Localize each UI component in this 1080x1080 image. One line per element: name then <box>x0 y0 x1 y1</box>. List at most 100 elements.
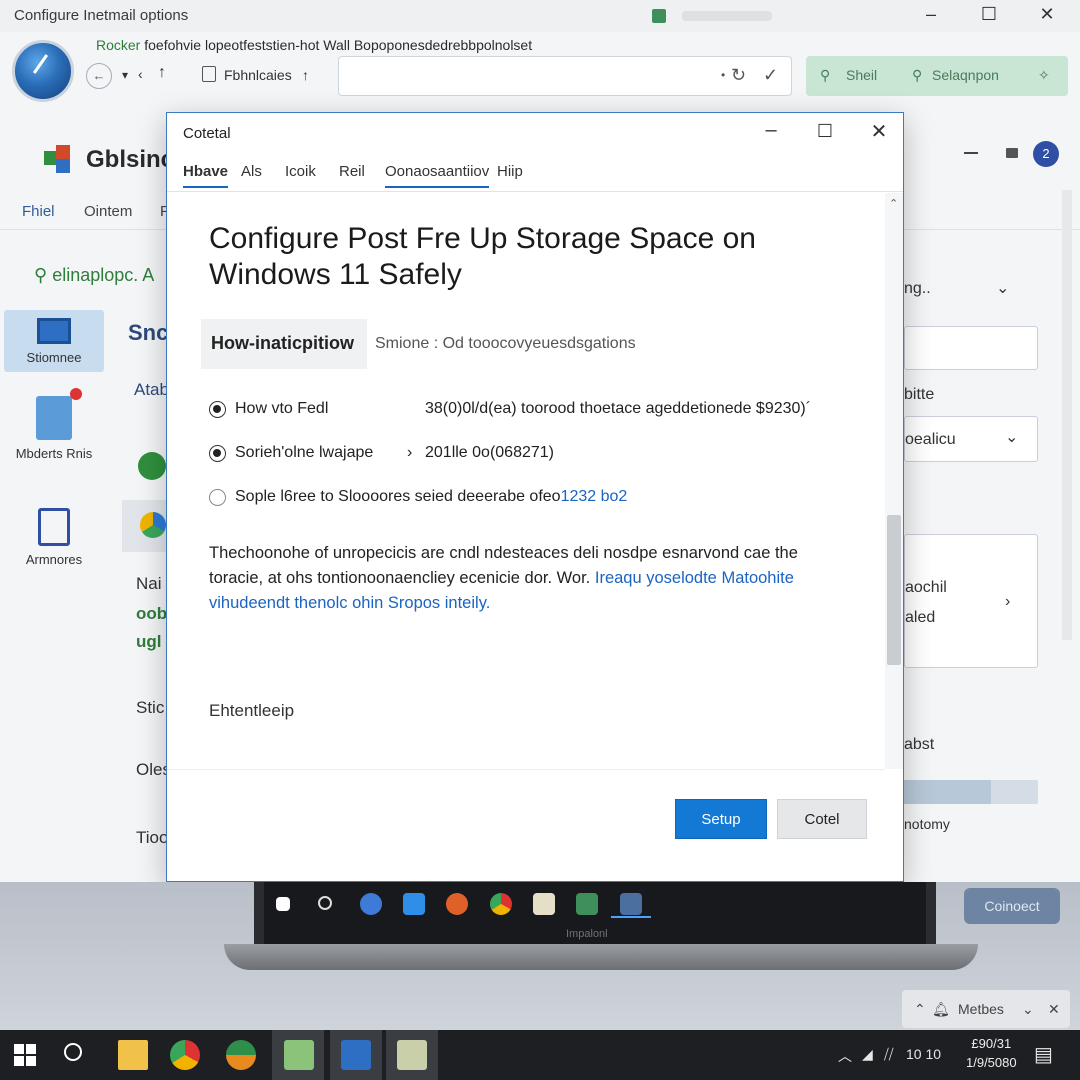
mid-app-card[interactable] <box>122 500 168 552</box>
dropdown-caret-icon[interactable]: ▾ <box>122 68 128 82</box>
rail-item-3[interactable]: Armnores <box>4 508 104 567</box>
minimize-icon[interactable]: – <box>916 4 946 25</box>
network-icon[interactable]: ◢ <box>862 1046 873 1063</box>
app-restore-icon[interactable] <box>1006 148 1018 158</box>
search-toolbar[interactable]: ⚲ Sheil ⚲ Selaqnpon ✧ <box>806 56 1068 96</box>
app-icon-3[interactable] <box>397 1040 427 1070</box>
setup-button[interactable]: Setup <box>675 799 767 839</box>
dialog-heading: Configure Post Fre Up Storage Space on W… <box>209 222 756 291</box>
up-icon[interactable]: ↑ <box>158 64 166 82</box>
option-2-radio[interactable] <box>209 445 226 462</box>
search-label-2[interactable]: Selaqnpon <box>932 67 999 83</box>
checkmark-icon[interactable]: ✓ <box>763 65 778 86</box>
right-panel[interactable]: aochil aled › <box>904 534 1038 668</box>
laptop-chrome-icon <box>490 893 512 915</box>
tab-up-arrow-icon[interactable]: ↑ <box>302 67 309 83</box>
volume-icon[interactable]: ⧸⧸ <box>884 1046 894 1063</box>
tab-1[interactable]: Hbave <box>183 163 229 188</box>
mid-label-2: Nai <box>136 574 162 593</box>
browser-globe-icon <box>12 40 74 102</box>
avatar[interactable]: 2 <box>1033 141 1059 167</box>
tabs-divider <box>167 191 903 192</box>
right-input-field[interactable] <box>904 326 1038 370</box>
tab-page-icon <box>202 66 216 82</box>
tab-label[interactable]: Fbhnlcaies <box>224 67 292 83</box>
background-search-text[interactable]: ⚲ elinaplopc. A <box>34 265 154 286</box>
chrome-icon[interactable] <box>170 1040 200 1070</box>
progress-fill <box>904 780 992 804</box>
dialog-footnote: Ehtentleeip <box>209 701 295 720</box>
mid-label-1: Atab <box>134 380 169 399</box>
taskbar-clock[interactable]: £90/31 1/9/5080 <box>966 1034 1017 1072</box>
configure-dialog: Cotetal – ☐ ✕ Hbave Als Icoik Reil Oonao… <box>166 112 904 882</box>
dialog-minimize-icon[interactable]: – <box>753 119 789 142</box>
scrollbar-thumb[interactable] <box>887 515 901 665</box>
app-minimize-icon[interactable] <box>964 152 978 154</box>
notification-close-icon[interactable]: ✕ <box>1048 1001 1060 1018</box>
laptop-app-icon-6 <box>576 893 598 915</box>
dialog-close-icon[interactable]: ✕ <box>861 119 897 144</box>
option-2-label: Sorieh'olne lwajape <box>235 444 374 461</box>
search-icon[interactable] <box>64 1043 82 1061</box>
right-label-3: abst <box>904 736 935 753</box>
file-share-icon <box>36 388 82 440</box>
connect-button[interactable]: Coinoect <box>964 888 1060 924</box>
address-bar[interactable]: • ↻ ✓ <box>338 56 792 96</box>
notification-center-icon[interactable]: ▤ <box>1034 1042 1053 1067</box>
status-green-icon <box>138 452 166 480</box>
refresh-icon[interactable]: ↻ <box>731 65 746 86</box>
tray-chevron-up-icon[interactable]: ︿ <box>838 1046 852 1066</box>
select-chevron-down-icon: ⌄ <box>1005 429 1019 446</box>
option-row-2[interactable]: Sorieh'olne lwajape › 201lle 0o(068271) <box>209 443 829 465</box>
colorful-app-icon <box>140 512 166 538</box>
right-select[interactable]: oealicu ⌄ <box>904 416 1038 462</box>
dialog-title: Cotetal <box>183 125 231 142</box>
app-tab-icon <box>652 9 666 23</box>
tab-3[interactable]: Icoik <box>285 163 316 186</box>
tab-4[interactable]: Reil <box>339 163 365 186</box>
start-icon[interactable] <box>14 1044 36 1066</box>
field-value[interactable]: Smione : Od tooocovyeuesdsgations <box>375 335 636 353</box>
dialog-maximize-icon[interactable]: ☐ <box>807 121 843 142</box>
option-1-radio[interactable] <box>209 401 226 418</box>
maximize-icon[interactable]: ☐ <box>974 4 1004 25</box>
cancel-button[interactable]: Cotel <box>777 799 867 839</box>
rail-item-2[interactable]: Mbderts Rnis <box>4 388 104 461</box>
laptop-brand: Impalonl <box>566 928 608 940</box>
dot-icon: • <box>721 68 726 82</box>
option-row-3[interactable]: Sople l6ree to Sloooores seied deeerabe … <box>209 487 829 509</box>
close-icon[interactable]: ✕ <box>1032 4 1062 25</box>
tab-6[interactable]: Hiip <box>497 163 523 186</box>
notification-text: Metbes <box>958 1001 1004 1017</box>
search-label-1[interactable]: Sheil <box>846 67 877 83</box>
tab-5[interactable]: Oonaosaantiiov <box>385 163 490 188</box>
extensions-icon[interactable]: ✧ <box>1038 67 1050 84</box>
active-app-icon[interactable] <box>284 1040 314 1070</box>
field-label: How-inaticpitiow <box>201 319 367 369</box>
right-label-2: bitte <box>904 386 935 403</box>
notification-chevron-icon[interactable]: ⌄ <box>1022 1001 1034 1018</box>
option-row-1[interactable]: How vto Fedl 38(0)0l/d(ea) toorood thoet… <box>209 399 829 421</box>
menu-item-2[interactable]: Ointem <box>84 203 132 220</box>
app-icon-2[interactable] <box>341 1040 371 1070</box>
right-chevron-down-icon[interactable]: ⌄ <box>996 278 1009 298</box>
laptop-app-icon-1 <box>360 893 382 915</box>
edge-icon[interactable] <box>226 1040 256 1070</box>
mid-label-4: ugl <box>136 632 162 651</box>
forward-icon[interactable]: ‹ <box>138 66 143 82</box>
back-icon[interactable]: ← <box>86 63 112 89</box>
file-explorer-icon[interactable] <box>118 1040 148 1070</box>
rail-item-1[interactable]: Stiomnee <box>4 310 104 372</box>
blurred-tab <box>682 11 772 21</box>
menu-file[interactable]: Fhiel <box>22 203 55 220</box>
option-3-radio[interactable] <box>209 489 226 506</box>
tab-2[interactable]: Als <box>241 163 262 186</box>
background-scrollbar[interactable] <box>1062 190 1072 640</box>
option-3-label: Sople l6ree to Sloooores seied deeerabe … <box>235 488 628 505</box>
scroll-up-icon[interactable]: ⌃ <box>889 197 898 210</box>
dialog-scrollbar[interactable] <box>885 193 903 769</box>
laptop-app-icon-7 <box>620 893 642 915</box>
notification-toast[interactable]: ⌃ 🔔︎ Metbes ⌄ ✕ <box>902 990 1070 1028</box>
document-settings-icon <box>38 508 70 546</box>
background-titlebar: Configure Inetmail options – ☐ ✕ <box>0 0 1080 32</box>
